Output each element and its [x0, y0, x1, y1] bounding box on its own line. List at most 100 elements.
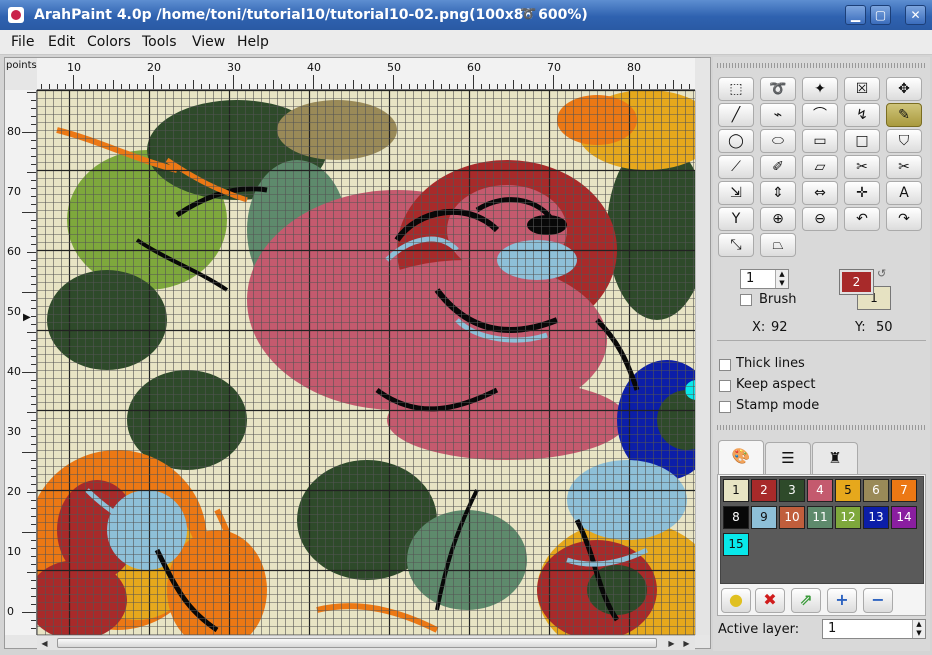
horizontal-scrollbar[interactable]: ◀ ▶ ▶ [37, 635, 695, 650]
menu-tools[interactable]: Tools [142, 34, 177, 50]
rectangle-tool-button[interactable]: ▭ [802, 129, 838, 153]
ruler-tick [31, 188, 36, 189]
vertical-ruler-label: 20 [7, 485, 21, 498]
active-layer-spinner[interactable]: 1 ▲ ▼ [822, 619, 926, 639]
flip-tool-button[interactable]: ⇲ [718, 181, 754, 205]
palette-color-11[interactable]: 11 [807, 506, 833, 529]
ruler-tick [31, 548, 36, 549]
scroll-right-arrow-icon[interactable]: ▶ [665, 637, 678, 650]
palette-color-9[interactable]: 9 [751, 506, 777, 529]
brush-checkbox[interactable] [740, 294, 752, 306]
menu-edit[interactable]: Edit [48, 34, 75, 50]
zoom-out-tool-button[interactable]: ⊖ [802, 207, 838, 231]
circle-tool-button[interactable]: ◯ [718, 129, 754, 153]
curve-tool-button[interactable]: ⌒ [802, 103, 838, 127]
spinner-arrows-icon[interactable]: ▲ ▼ [775, 270, 788, 288]
ruler-tick [409, 84, 410, 89]
menu-file[interactable]: File [11, 34, 34, 50]
close-button[interactable]: ✕ [905, 5, 926, 25]
merge-colors-button[interactable]: ⇗ [791, 588, 821, 613]
redo-icon: ↷ [898, 211, 910, 227]
remove-color-button[interactable]: − [863, 588, 893, 613]
tab-layers[interactable]: ☰ [765, 442, 811, 474]
palette-color-13[interactable]: 13 [863, 506, 889, 529]
replace-color-tool-button[interactable]: ✐ [760, 155, 796, 179]
resize-tool-button[interactable]: ⤡ [718, 233, 754, 257]
panel-grip[interactable] [717, 425, 926, 430]
palette-color-1[interactable]: 1 [723, 479, 749, 502]
ruler-tick [65, 84, 66, 89]
swap-colors-icon[interactable]: ↺ [877, 267, 886, 280]
tab-stamps[interactable]: ♜ [812, 442, 858, 474]
menu-colors[interactable]: Colors [87, 34, 131, 50]
horizontal-scroll-thumb[interactable] [57, 638, 657, 648]
minimize-button[interactable]: ▁ [845, 5, 866, 25]
ruler-tick [257, 84, 258, 89]
freehand-curve-tool-button[interactable]: ↯ [844, 103, 880, 127]
pattern-grid[interactable] [37, 90, 695, 635]
ruler-pointer-icon: ▶ [23, 312, 31, 323]
ellipse-tool-button[interactable]: ⬭ [760, 129, 796, 153]
zoom-in-tool-button[interactable]: ⊕ [760, 207, 796, 231]
ruler-tick [31, 300, 36, 301]
palette-color-4[interactable]: 4 [807, 479, 833, 502]
center-tool-button[interactable]: ✛ [844, 181, 880, 205]
magic-wand-tool-button[interactable]: ✦ [802, 77, 838, 101]
tool-panel: ⬚ ➰ ✦ ☒ ✥ ╱ ⌁ ⌒ ↯ ✎ ◯ ⬭ ▭ □ ⛉ ⟋ ✐ ▱ ✂ ✂ ⇲ ⇕ ⇔ ✛ A Y ⊕ ⊖ ↶ ↷ ⤡ ⏢ 1 ▲ ▼ Br… [713, 57, 930, 651]
cut-color-tool-button[interactable]: ✂ [886, 155, 922, 179]
menu-help[interactable]: Help [237, 34, 269, 50]
keep-aspect-checkbox[interactable] [719, 380, 731, 392]
clear-selection-tool-button[interactable]: ☒ [844, 77, 880, 101]
stamp-mode-checkbox[interactable] [719, 401, 731, 413]
ruler-tick [169, 84, 170, 89]
palette-color-12[interactable]: 12 [835, 506, 861, 529]
palette-color-5[interactable]: 5 [835, 479, 861, 502]
panel-grip[interactable] [717, 63, 926, 68]
text-tool-button[interactable]: A [886, 181, 922, 205]
color-picker-tool-button[interactable]: ⟋ [718, 155, 754, 179]
undo-tool-button[interactable]: ↶ [844, 207, 880, 231]
scroll-right-end-icon[interactable]: ▶ [680, 637, 693, 650]
eraser-tool-button[interactable]: ▱ [802, 155, 838, 179]
highlight-color-button[interactable]: ● [721, 588, 751, 613]
cut-tool-button[interactable]: ✂ [844, 155, 880, 179]
palette-color-3[interactable]: 3 [779, 479, 805, 502]
palette-color-15[interactable]: 15 [723, 533, 749, 556]
line-tool-button[interactable]: ╱ [718, 103, 754, 127]
maximize-button[interactable]: ▢ [870, 5, 891, 25]
vertical-scale-tool-button[interactable]: ⇕ [760, 181, 796, 205]
pixel-canvas[interactable] [37, 90, 695, 635]
foreground-color-swatch[interactable]: 2 [839, 269, 874, 295]
ruler-tick [321, 84, 322, 89]
line-icon: ╱ [731, 107, 741, 123]
palette-color-7[interactable]: 7 [891, 479, 917, 502]
delete-color-button[interactable]: ✖ [755, 588, 785, 613]
move-tool-button[interactable]: ✥ [886, 77, 922, 101]
brush-size-spinner[interactable]: 1 ▲ ▼ [740, 269, 789, 289]
add-color-button[interactable]: + [827, 588, 857, 613]
palette-color-14[interactable]: 14 [891, 506, 917, 529]
ruler-tick [31, 164, 36, 165]
palette-color-6[interactable]: 6 [863, 479, 889, 502]
pencil-tool-button[interactable]: ✎ [886, 103, 922, 127]
tab-palette[interactable]: 🎨 [718, 440, 764, 474]
palette-color-2[interactable]: 2 [751, 479, 777, 502]
filled-rectangle-tool-button[interactable]: □ [844, 129, 880, 153]
reduce-colors-tool-button[interactable]: Y [718, 207, 754, 231]
menu-view[interactable]: View [192, 34, 225, 50]
lasso-select-tool-button[interactable]: ➰ [760, 77, 796, 101]
ruler-tick [31, 260, 36, 261]
rectangle-select-tool-button[interactable]: ⬚ [718, 77, 754, 101]
keep-aspect-label: Keep aspect [736, 377, 816, 392]
thick-lines-checkbox[interactable] [719, 359, 731, 371]
scroll-left-arrow-icon[interactable]: ◀ [38, 637, 51, 650]
polyline-tool-button[interactable]: ⌁ [760, 103, 796, 127]
fill-bucket-tool-button[interactable]: ⛉ [886, 129, 922, 153]
horizontal-scale-tool-button[interactable]: ⇔ [802, 181, 838, 205]
perspective-tool-button[interactable]: ⏢ [760, 233, 796, 257]
spinner-arrows-icon[interactable]: ▲ ▼ [912, 620, 925, 638]
palette-color-8[interactable]: 8 [723, 506, 749, 529]
palette-color-10[interactable]: 10 [779, 506, 805, 529]
redo-tool-button[interactable]: ↷ [886, 207, 922, 231]
vertical-scrollbar[interactable] [695, 90, 710, 635]
